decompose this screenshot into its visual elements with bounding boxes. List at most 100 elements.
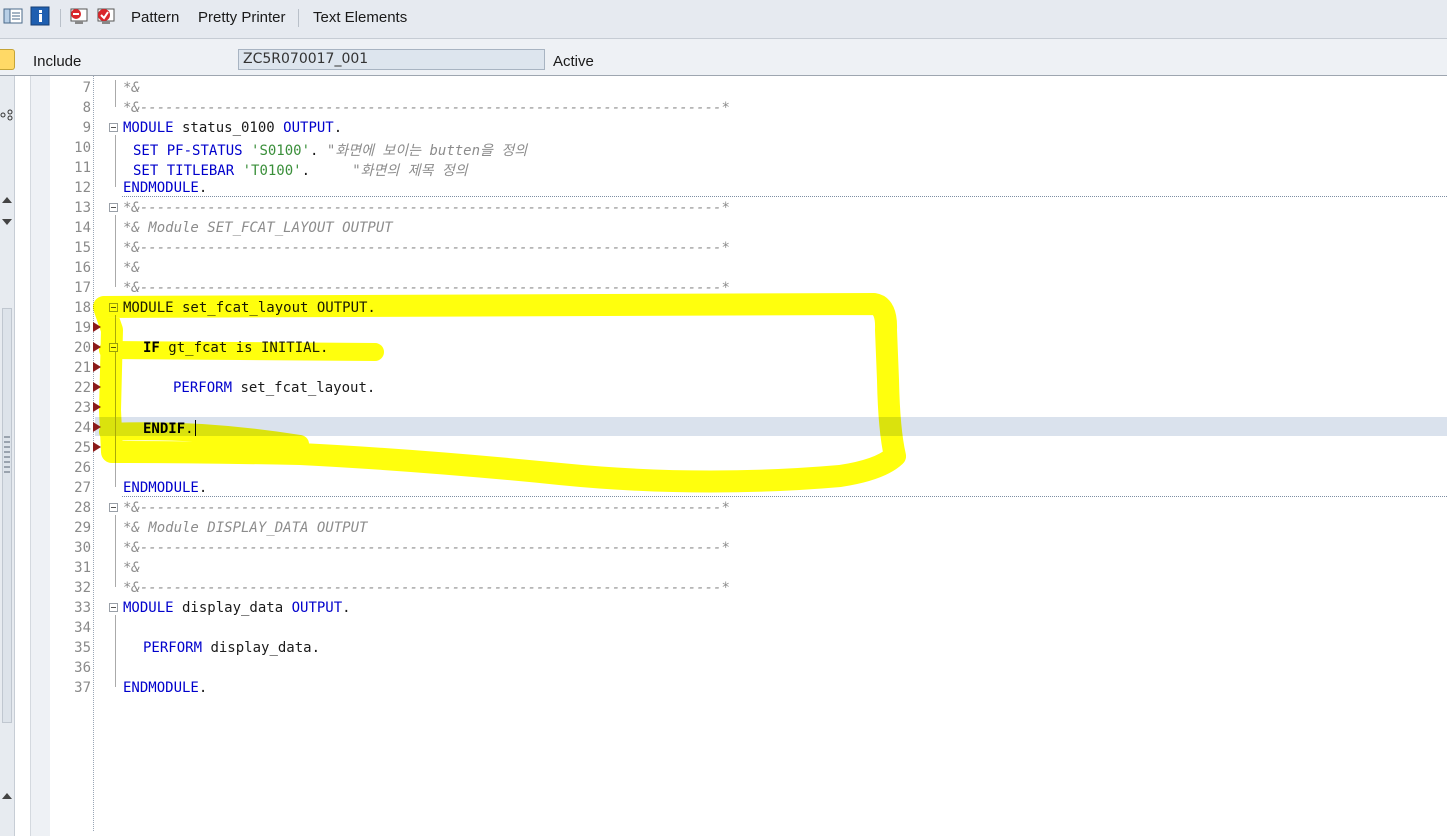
code-line[interactable]: ENDMODULE. [123, 680, 207, 696]
code-line[interactable]: *& Module SET_FCAT_LAYOUT OUTPUT [123, 220, 393, 236]
keyword: OUTPUT [283, 120, 334, 136]
code-line[interactable]: MODULE set_fcat_layout OUTPUT. [123, 300, 376, 316]
code-line[interactable]: ENDIF. [143, 420, 196, 437]
code-line[interactable]: *& [123, 80, 140, 96]
punctuation: . [185, 421, 194, 437]
code-line[interactable]: *&--------------------------------------… [123, 580, 730, 596]
keyword: OUTPUT [291, 600, 343, 616]
change-marker [93, 442, 101, 452]
punctuation: . [342, 600, 351, 616]
line-number: 28 [74, 500, 91, 516]
code-line[interactable]: PERFORM display_data. [143, 640, 320, 656]
line-number: 15 [74, 240, 91, 256]
fold-bracket [115, 515, 116, 587]
code-line[interactable]: *&--------------------------------------… [123, 540, 730, 556]
fold-toggle[interactable] [109, 503, 118, 512]
fold-toggle[interactable] [109, 203, 118, 212]
keyword: ENDMODULE [123, 480, 199, 496]
line-number: 31 [74, 560, 91, 576]
scroll-up-icon[interactable] [1, 196, 13, 204]
fold-bracket [115, 215, 116, 287]
line-number: 37 [74, 680, 91, 696]
line-number: 30 [74, 540, 91, 556]
code-line[interactable]: *&--------------------------------------… [123, 240, 730, 256]
line-number: 22 [74, 380, 91, 396]
display-object-list-icon[interactable] [3, 6, 23, 26]
code-line[interactable]: *& Module DISPLAY_DATA OUTPUT [123, 520, 367, 536]
code-line[interactable]: MODULE status_0100 OUTPUT. [123, 120, 342, 136]
pretty-printer-button[interactable]: Pretty Printer [198, 9, 286, 26]
code-line[interactable]: SET TITLEBAR 'T0100'. "화면의 제목 정의 [133, 160, 468, 180]
keyword: ENDMODULE [123, 180, 199, 196]
keyword: MODULE [123, 600, 174, 616]
splitter-grip[interactable] [4, 436, 10, 476]
fold-toggle[interactable] [109, 123, 118, 132]
line-number: 18 [74, 300, 91, 316]
change-marker [93, 422, 101, 432]
hierarchy-icon[interactable] [0, 108, 14, 122]
code-line[interactable]: *&--------------------------------------… [123, 100, 730, 116]
keyword: IF [143, 340, 160, 356]
toolbar-separator [60, 9, 61, 27]
check-syntax-icon[interactable] [69, 6, 89, 26]
punctuation: . [198, 180, 208, 196]
fold-bracket [115, 80, 116, 107]
fold-toggle[interactable] [109, 343, 118, 352]
info-icon[interactable] [30, 6, 50, 26]
current-line-highlight [95, 417, 1447, 436]
text-elements-button[interactable]: Text Elements [313, 9, 407, 26]
change-marker [93, 322, 101, 332]
fold-bracket [115, 135, 116, 187]
scroll-up-icon[interactable] [1, 792, 13, 800]
fold-toggle[interactable] [109, 303, 118, 312]
string-literal: 'S0100' [251, 143, 311, 159]
scroll-down-icon[interactable] [1, 218, 13, 226]
panel-toggle-tab[interactable] [0, 49, 15, 70]
keyword: MODULE [123, 120, 174, 136]
code-line[interactable]: ENDMODULE. [123, 480, 207, 496]
change-marker [93, 362, 101, 372]
change-marker [93, 382, 101, 392]
punctuation: . [198, 480, 208, 496]
line-number: 32 [74, 580, 91, 596]
line-number: 17 [74, 280, 91, 296]
line-number: 14 [74, 220, 91, 236]
code-line[interactable]: *&--------------------------------------… [123, 200, 730, 216]
line-number: 29 [74, 520, 91, 536]
pattern-button[interactable]: Pattern [131, 9, 179, 26]
keyword: ENDIF [143, 421, 186, 437]
inline-comment: "화면의 제목 정의 [352, 163, 468, 179]
code-line[interactable]: *& [123, 560, 140, 576]
fold-toggle[interactable] [109, 603, 118, 612]
code-line[interactable]: *&--------------------------------------… [123, 280, 730, 296]
line-number: 21 [74, 360, 91, 376]
keyword: ENDMODULE [123, 680, 199, 696]
punctuation: . [310, 143, 327, 159]
code-text: set_fcat_layout. [232, 380, 376, 396]
change-marker [93, 342, 101, 352]
keyword: TITLEBAR [158, 163, 243, 179]
status-text: Active [553, 53, 594, 70]
line-number: 33 [74, 600, 91, 616]
keyword: PERFORM [173, 380, 233, 396]
code-editor[interactable] [50, 76, 1447, 836]
code-line[interactable]: ENDMODULE. [123, 180, 207, 196]
code-line[interactable]: IF gt_fcat is INITIAL. [143, 340, 328, 356]
section-separator [122, 196, 1447, 197]
punctuation: . [333, 120, 343, 136]
line-number: 7 [82, 80, 91, 96]
line-number: 20 [74, 340, 91, 356]
panel-scrollbar[interactable] [2, 308, 12, 723]
include-header: Include Active [0, 39, 1447, 76]
line-number: 24 [74, 420, 91, 436]
include-name-field[interactable]: ZC5R070017_001 [238, 49, 545, 70]
fold-bracket [115, 615, 116, 687]
code-line[interactable]: MODULE display_data OUTPUT. [123, 600, 351, 616]
code-line[interactable]: *& [123, 260, 140, 276]
activate-icon[interactable] [96, 6, 116, 26]
code-line[interactable]: SET PF-STATUS 'S0100'. "화면에 보이는 butten을 … [133, 140, 527, 160]
inline-comment: "화면에 보이는 butten을 정의 [326, 143, 528, 159]
line-number: 34 [74, 620, 91, 636]
code-line[interactable]: PERFORM set_fcat_layout. [173, 380, 375, 396]
code-line[interactable]: *&--------------------------------------… [123, 500, 730, 516]
